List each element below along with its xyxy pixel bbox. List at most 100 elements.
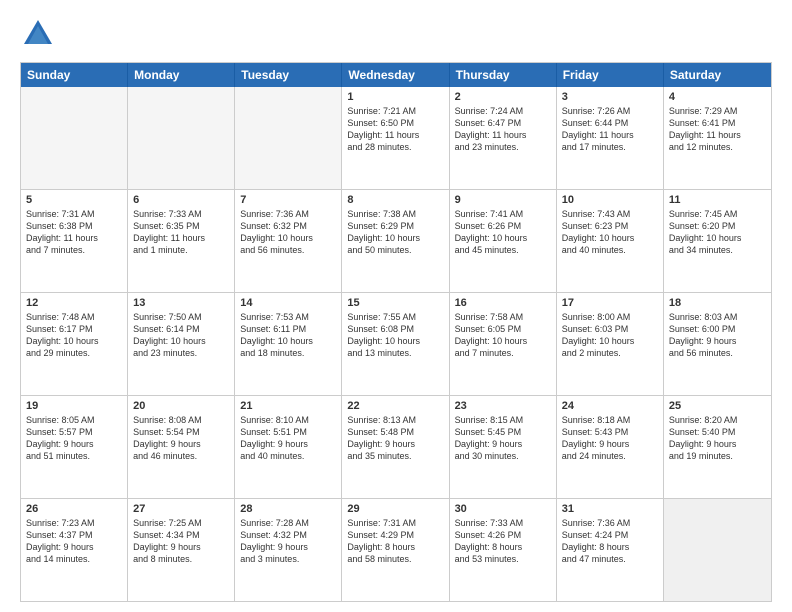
day-info-line: Sunrise: 7:33 AM xyxy=(133,208,229,220)
day-cell-19: 19Sunrise: 8:05 AMSunset: 5:57 PMDayligh… xyxy=(21,396,128,498)
day-info-line: Daylight: 10 hours xyxy=(26,335,122,347)
day-info-line: Sunset: 4:24 PM xyxy=(562,529,658,541)
col-header-thursday: Thursday xyxy=(450,63,557,87)
day-info-line: Daylight: 10 hours xyxy=(240,335,336,347)
day-number: 16 xyxy=(455,297,551,309)
day-info-line: Sunrise: 8:08 AM xyxy=(133,414,229,426)
day-info-line: Sunrise: 7:53 AM xyxy=(240,311,336,323)
day-info-line: Daylight: 9 hours xyxy=(240,541,336,553)
empty-cell-4-6 xyxy=(664,499,771,601)
day-info-line: Daylight: 8 hours xyxy=(562,541,658,553)
day-number: 31 xyxy=(562,503,658,515)
day-info-line: and 3 minutes. xyxy=(240,553,336,565)
day-info-line: and 12 minutes. xyxy=(669,141,766,153)
day-info-line: Sunrise: 7:23 AM xyxy=(26,517,122,529)
day-info-line: and 56 minutes. xyxy=(240,244,336,256)
day-info-line: and 24 minutes. xyxy=(562,450,658,462)
page: SundayMondayTuesdayWednesdayThursdayFrid… xyxy=(0,0,792,612)
day-cell-21: 21Sunrise: 8:10 AMSunset: 5:51 PMDayligh… xyxy=(235,396,342,498)
day-info-line: Daylight: 10 hours xyxy=(562,232,658,244)
col-header-sunday: Sunday xyxy=(21,63,128,87)
day-cell-22: 22Sunrise: 8:13 AMSunset: 5:48 PMDayligh… xyxy=(342,396,449,498)
day-number: 23 xyxy=(455,400,551,412)
day-info-line: Sunrise: 7:38 AM xyxy=(347,208,443,220)
day-cell-2: 2Sunrise: 7:24 AMSunset: 6:47 PMDaylight… xyxy=(450,87,557,189)
day-info-line: and 23 minutes. xyxy=(455,141,551,153)
day-info-line: Sunrise: 7:41 AM xyxy=(455,208,551,220)
day-info-line: Sunset: 5:43 PM xyxy=(562,426,658,438)
day-info-line: Sunset: 6:35 PM xyxy=(133,220,229,232)
day-info-line: and 19 minutes. xyxy=(669,450,766,462)
day-cell-24: 24Sunrise: 8:18 AMSunset: 5:43 PMDayligh… xyxy=(557,396,664,498)
day-info-line: Daylight: 11 hours xyxy=(347,129,443,141)
day-info-line: Sunset: 6:41 PM xyxy=(669,117,766,129)
day-info-line: Sunrise: 7:36 AM xyxy=(240,208,336,220)
day-info-line: Sunrise: 8:18 AM xyxy=(562,414,658,426)
day-number: 10 xyxy=(562,194,658,206)
day-info-line: Daylight: 9 hours xyxy=(240,438,336,450)
day-number: 22 xyxy=(347,400,443,412)
day-number: 14 xyxy=(240,297,336,309)
day-info-line: Sunset: 6:08 PM xyxy=(347,323,443,335)
day-cell-28: 28Sunrise: 7:28 AMSunset: 4:32 PMDayligh… xyxy=(235,499,342,601)
day-info-line: Sunrise: 7:48 AM xyxy=(26,311,122,323)
day-cell-9: 9Sunrise: 7:41 AMSunset: 6:26 PMDaylight… xyxy=(450,190,557,292)
day-info-line: Sunrise: 7:55 AM xyxy=(347,311,443,323)
day-number: 3 xyxy=(562,91,658,103)
day-cell-15: 15Sunrise: 7:55 AMSunset: 6:08 PMDayligh… xyxy=(342,293,449,395)
day-number: 21 xyxy=(240,400,336,412)
day-info-line: and 50 minutes. xyxy=(347,244,443,256)
day-info-line: Sunrise: 7:50 AM xyxy=(133,311,229,323)
day-cell-17: 17Sunrise: 8:00 AMSunset: 6:03 PMDayligh… xyxy=(557,293,664,395)
day-info-line: Daylight: 11 hours xyxy=(455,129,551,141)
day-info-line: Daylight: 11 hours xyxy=(669,129,766,141)
day-info-line: Sunrise: 7:26 AM xyxy=(562,105,658,117)
day-info-line: and 35 minutes. xyxy=(347,450,443,462)
day-info-line: Sunset: 5:54 PM xyxy=(133,426,229,438)
day-info-line: and 45 minutes. xyxy=(455,244,551,256)
day-info-line: Sunset: 6:38 PM xyxy=(26,220,122,232)
day-number: 12 xyxy=(26,297,122,309)
day-info-line: Sunrise: 7:24 AM xyxy=(455,105,551,117)
day-info-line: Sunrise: 8:05 AM xyxy=(26,414,122,426)
day-info-line: and 18 minutes. xyxy=(240,347,336,359)
day-info-line: and 56 minutes. xyxy=(669,347,766,359)
day-info-line: Daylight: 9 hours xyxy=(562,438,658,450)
day-info-line: and 1 minute. xyxy=(133,244,229,256)
day-info-line: Sunset: 6:32 PM xyxy=(240,220,336,232)
day-info-line: and 14 minutes. xyxy=(26,553,122,565)
day-number: 18 xyxy=(669,297,766,309)
col-header-tuesday: Tuesday xyxy=(235,63,342,87)
day-info-line: and 7 minutes. xyxy=(26,244,122,256)
day-info-line: Daylight: 10 hours xyxy=(455,232,551,244)
day-info-line: Sunrise: 7:43 AM xyxy=(562,208,658,220)
day-number: 20 xyxy=(133,400,229,412)
day-info-line: and 29 minutes. xyxy=(26,347,122,359)
day-info-line: Daylight: 9 hours xyxy=(133,541,229,553)
day-number: 26 xyxy=(26,503,122,515)
day-number: 30 xyxy=(455,503,551,515)
day-info-line: Daylight: 10 hours xyxy=(669,232,766,244)
col-header-wednesday: Wednesday xyxy=(342,63,449,87)
col-header-monday: Monday xyxy=(128,63,235,87)
logo-icon xyxy=(20,16,56,52)
day-info-line: and 23 minutes. xyxy=(133,347,229,359)
day-info-line: and 28 minutes. xyxy=(347,141,443,153)
day-info-line: and 2 minutes. xyxy=(562,347,658,359)
day-info-line: Sunset: 6:29 PM xyxy=(347,220,443,232)
day-info-line: Sunset: 5:45 PM xyxy=(455,426,551,438)
day-cell-14: 14Sunrise: 7:53 AMSunset: 6:11 PMDayligh… xyxy=(235,293,342,395)
day-info-line: Sunrise: 7:36 AM xyxy=(562,517,658,529)
empty-cell-0-0 xyxy=(21,87,128,189)
day-info-line: Sunset: 6:17 PM xyxy=(26,323,122,335)
day-cell-23: 23Sunrise: 8:15 AMSunset: 5:45 PMDayligh… xyxy=(450,396,557,498)
day-number: 7 xyxy=(240,194,336,206)
day-info-line: Sunset: 6:47 PM xyxy=(455,117,551,129)
day-info-line: and 46 minutes. xyxy=(133,450,229,462)
day-cell-27: 27Sunrise: 7:25 AMSunset: 4:34 PMDayligh… xyxy=(128,499,235,601)
day-info-line: Daylight: 9 hours xyxy=(26,438,122,450)
day-info-line: and 40 minutes. xyxy=(562,244,658,256)
day-info-line: and 53 minutes. xyxy=(455,553,551,565)
day-info-line: and 47 minutes. xyxy=(562,553,658,565)
day-info-line: Sunrise: 8:00 AM xyxy=(562,311,658,323)
